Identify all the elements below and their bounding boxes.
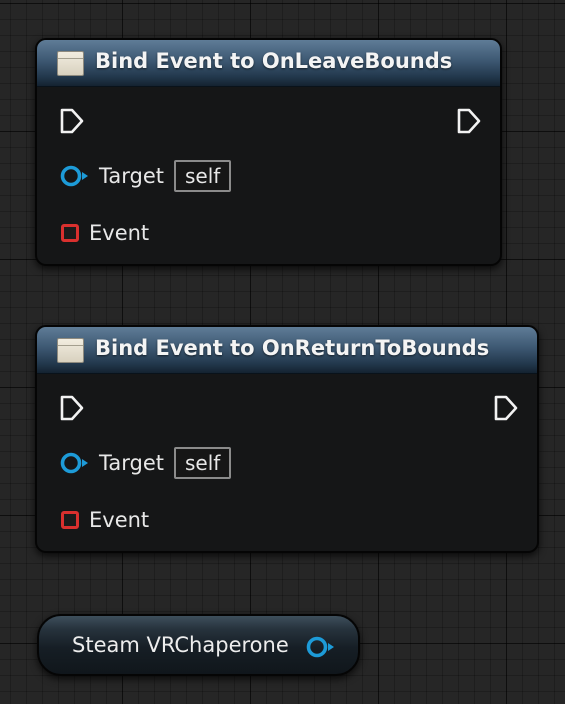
function-icon [57,51,84,76]
function-icon [57,338,84,363]
event-label: Event [89,508,150,532]
node-header[interactable]: Bind Event to OnLeaveBounds [37,40,500,87]
node-title: Bind Event to OnReturnToBounds [95,336,490,360]
delegate-pin-icon[interactable] [61,224,79,242]
node-title: Bind Event to OnLeaveBounds [95,49,453,73]
target-default-value[interactable]: self [173,160,232,192]
exec-output-pin-icon[interactable] [493,395,519,421]
node-header[interactable]: Bind Event to OnReturnToBounds [37,327,537,374]
target-label: Target [99,451,164,475]
steam-vrchaperone-reference-node[interactable]: Steam VRChaperone [37,614,360,676]
event-pin-row: Event [59,218,149,248]
target-pin-row: Target self [59,160,232,192]
exec-input-pin-icon[interactable] [59,395,85,421]
exec-output-pin-icon[interactable] [456,108,482,134]
object-output-pin-icon[interactable] [305,635,337,659]
target-default-value[interactable]: self [173,447,232,479]
object-pin-icon[interactable] [59,451,91,475]
event-pin-row: Event [59,505,149,535]
reference-node-label: Steam VRChaperone [72,633,289,657]
object-pin-icon[interactable] [59,164,91,188]
exec-input-pin-icon[interactable] [59,108,85,134]
target-label: Target [99,164,164,188]
target-pin-row: Target self [59,447,232,479]
event-label: Event [89,221,150,245]
bind-event-onreturntobounds-node[interactable]: Bind Event to OnReturnToBounds Target se… [35,325,539,553]
delegate-pin-icon[interactable] [61,511,79,529]
bind-event-onleavebounds-node[interactable]: Bind Event to OnLeaveBounds Target self … [35,38,502,266]
